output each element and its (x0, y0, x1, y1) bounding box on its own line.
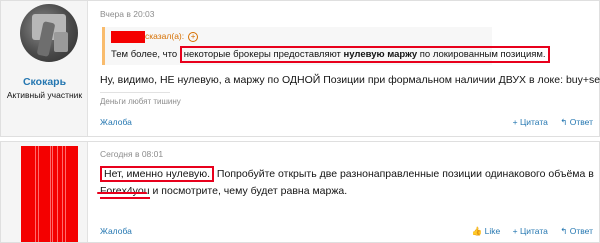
like-button[interactable]: 👍 Like (472, 226, 501, 236)
quote-block: сказал(а): + Тем более, что некоторые бро… (102, 27, 550, 65)
quote-button[interactable]: + Цитата (513, 117, 548, 127)
post: Сегодня в 08:01 Нет, именно нулевую. Поп… (0, 141, 600, 243)
plus-circle-icon[interactable]: + (188, 32, 199, 42)
quote-boxed-bold: нулевую маржу (343, 49, 418, 60)
post-actions: + Цитата ↰ Ответ (503, 117, 593, 128)
post-date[interactable]: Сегодня в 08:01 (100, 149, 163, 159)
username[interactable]: Скокарь (1, 76, 88, 88)
quote-header: сказал(а): + (111, 31, 199, 43)
quote-boxed-pre: некоторые брокеры предоставляют (183, 49, 344, 60)
redacted-user-info (21, 146, 78, 242)
quote-boxed-post: по локированным позициям. (417, 49, 546, 60)
post-date[interactable]: Вчера в 20:03 (100, 9, 155, 19)
post-body: Ну, видимо, НЕ нулевую, а маржу по ОДНОЙ… (100, 74, 600, 86)
quote-text-before: Тем более, что (111, 49, 180, 60)
highlight-box: некоторые брокеры предоставляют нулевую … (179, 46, 550, 63)
report-link[interactable]: Жалоба (100, 226, 132, 236)
redacted-author (111, 31, 145, 43)
post-content: Сегодня в 08:01 Нет, именно нулевую. Поп… (88, 142, 599, 242)
quote-button[interactable]: + Цитата (513, 226, 548, 236)
avatar[interactable] (20, 4, 78, 62)
reply-button[interactable]: ↰ Ответ (560, 117, 593, 127)
signature-divider (100, 92, 170, 93)
post: Скокарь Активный участник Вчера в 20:03 … (0, 0, 600, 137)
post-body-text: Попробуйте открыть две разнонаправленные… (214, 168, 594, 180)
quote-text: Тем более, что некоторые брокеры предост… (111, 46, 550, 63)
reply-button[interactable]: ↰ Ответ (560, 226, 593, 236)
signature: Деньги любят тишину (100, 97, 181, 106)
report-link[interactable]: Жалоба (100, 117, 132, 127)
red-underline-mark (97, 192, 147, 194)
post-content: Вчера в 20:03 сказал(а): + Тем более, что… (88, 1, 600, 136)
post-body: Нет, именно нулевую. Попробуйте открыть … (100, 166, 600, 200)
user-title: Активный участник (6, 90, 83, 100)
highlight-box: Нет, именно нулевую. (100, 166, 215, 182)
post-actions: 👍 Like + Цитата ↰ Ответ (462, 226, 593, 237)
quote-author-suffix: сказал(а): (145, 31, 185, 41)
post-body-text-2: и посмотрите, чему будет равна маржа. (149, 185, 348, 197)
user-info: Скокарь Активный участник (1, 1, 88, 136)
user-info (1, 142, 88, 242)
